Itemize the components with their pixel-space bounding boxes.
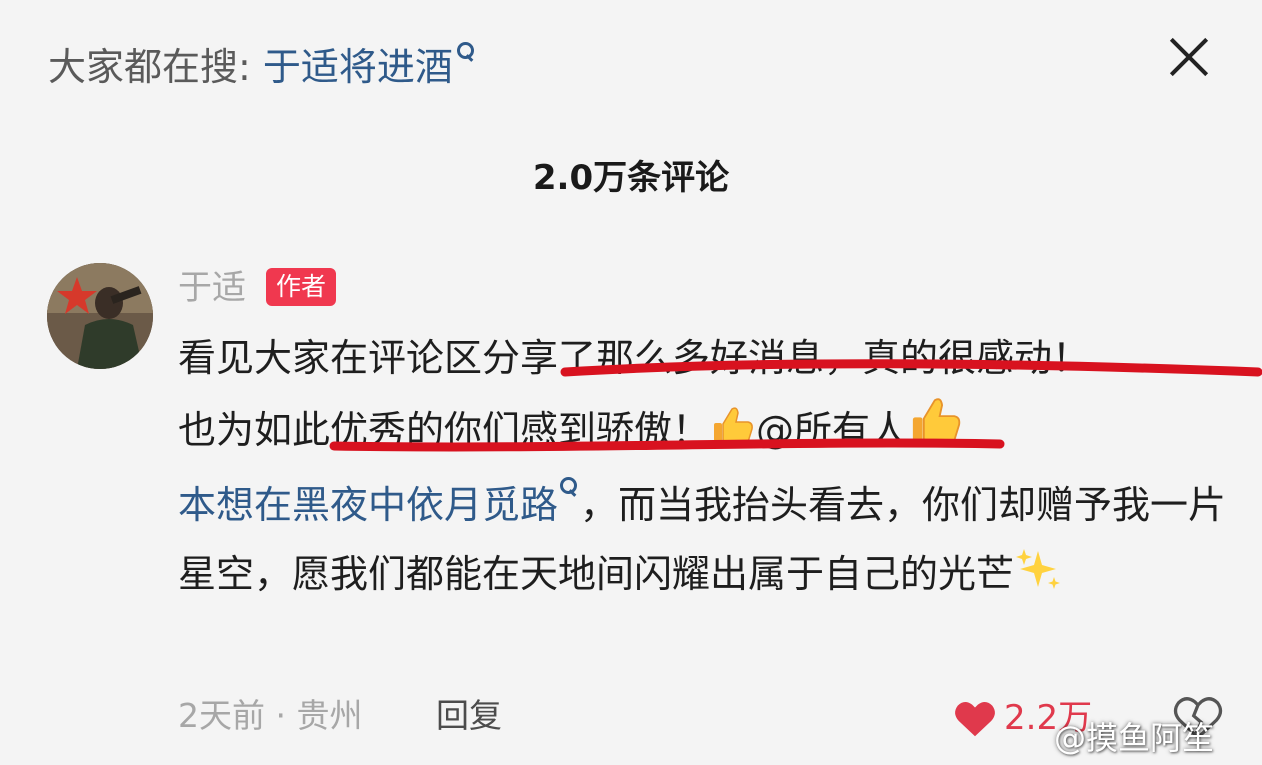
- comment-line-1: 看见大家在评论区分享了那么多好消息，真的很感动！: [178, 336, 1091, 380]
- mention-all[interactable]: @所有人: [756, 408, 908, 452]
- avatar-image: [47, 263, 153, 369]
- trending-query-link[interactable]: 于适将进酒: [263, 45, 453, 89]
- comment-text: 看见大家在评论区分享了那么多好消息，真的很感动！ 也为如此优秀的你们感到骄傲！ @所…: [178, 324, 1238, 615]
- reply-button[interactable]: 回复: [436, 690, 502, 742]
- sparkles-icon: [1014, 545, 1062, 615]
- thumbs-up-icon: [710, 402, 756, 471]
- comment-line-2: 也为如此优秀的你们感到骄傲！: [178, 408, 711, 452]
- search-icon: [455, 40, 475, 68]
- search-icon: [558, 471, 580, 511]
- author-badge: 作者: [266, 268, 337, 306]
- trending-label: 大家都在搜: [48, 45, 239, 89]
- meta-dot: ·: [275, 696, 287, 735]
- thumbs-up-icon: [908, 393, 964, 471]
- trending-search[interactable]: 大家都在搜: 于适将进酒: [48, 40, 475, 94]
- comment-username[interactable]: 于适: [178, 262, 246, 314]
- top-search-bar: 大家都在搜: 于适将进酒: [0, 0, 1262, 120]
- watermark: @摸鱼阿笙: [1054, 719, 1215, 757]
- trending-separator: :: [238, 45, 251, 89]
- close-icon[interactable]: [1160, 28, 1218, 86]
- comment-meta: 2天前 · 贵州: [178, 690, 363, 742]
- comments-count-title: 2.0万条评论: [532, 158, 730, 198]
- comment-time: 2天前: [178, 696, 265, 735]
- comment-location: 贵州: [296, 696, 363, 735]
- topic-link[interactable]: 本想在黑夜中依月觅路: [178, 483, 558, 527]
- avatar[interactable]: [47, 263, 153, 369]
- heart-icon: [955, 701, 995, 737]
